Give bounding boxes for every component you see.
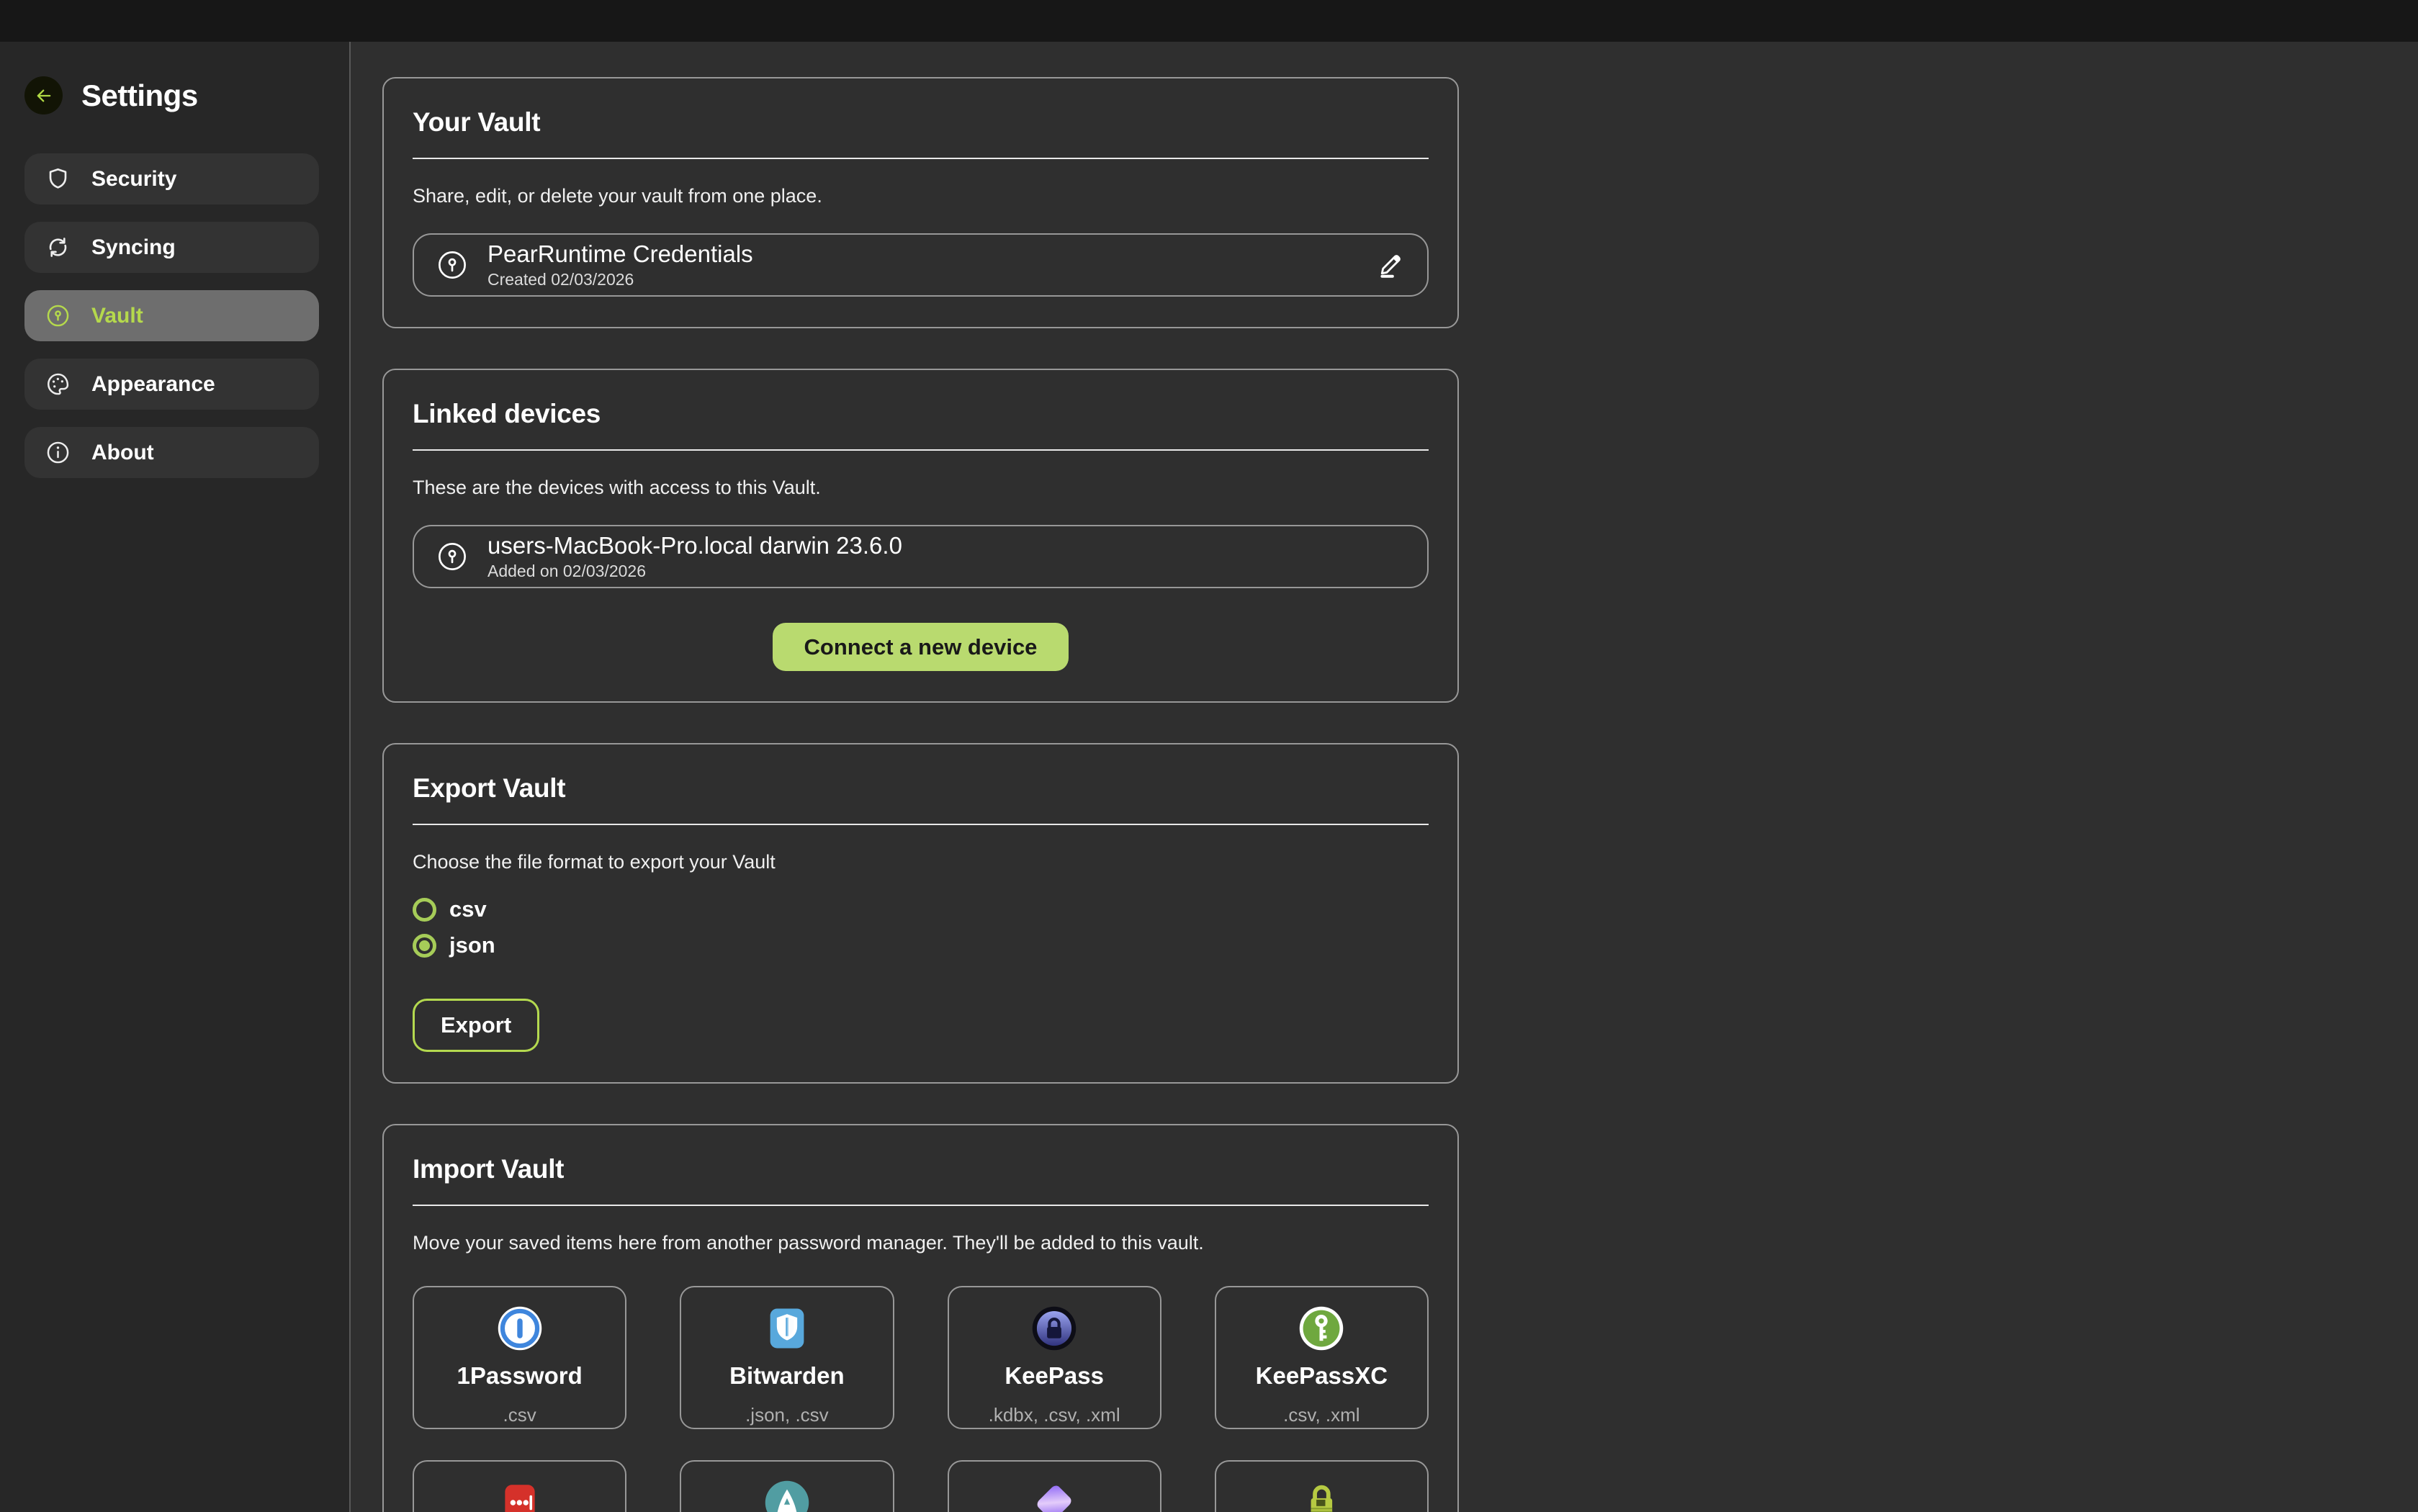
protonpass-icon — [1030, 1479, 1078, 1512]
import-source-name: KeePassXC — [1256, 1362, 1388, 1390]
back-button[interactable] — [24, 76, 63, 114]
sidebar-item-security[interactable]: Security — [24, 153, 319, 204]
card-title: Import Vault — [413, 1154, 1429, 1184]
unencrypted-lock-icon — [1298, 1479, 1345, 1512]
your-vault-card: Your Vault Share, edit, or delete your v… — [382, 77, 1459, 328]
sidebar-item-label: About — [91, 441, 154, 465]
sidebar-item-label: Vault — [91, 304, 143, 328]
1password-icon — [496, 1305, 544, 1352]
format-option-csv[interactable]: csv — [413, 895, 1429, 924]
import-source-name: KeePass — [1004, 1362, 1104, 1390]
import-tile-unencrypted[interactable]: Unencrypted file .json, .csv — [1215, 1460, 1429, 1512]
card-description: Share, edit, or delete your vault from o… — [413, 185, 1429, 207]
device-name: users-MacBook-Pro.local darwin 23.6.0 — [487, 532, 902, 559]
sidebar-item-label: Security — [91, 167, 176, 192]
divider — [413, 158, 1429, 159]
device-row: users-MacBook-Pro.local darwin 23.6.0 Ad… — [413, 525, 1429, 588]
card-description: These are the devices with access to thi… — [413, 477, 1429, 499]
import-sources-grid: 1Password .csv Bitwarden — [413, 1286, 1429, 1512]
card-title: Your Vault — [413, 107, 1429, 138]
vault-name: PearRuntime Credentials — [487, 240, 753, 268]
keepass-icon — [1030, 1305, 1078, 1352]
shield-icon — [45, 166, 71, 192]
sidebar-item-vault[interactable]: Vault — [24, 290, 319, 341]
import-vault-card: Import Vault Move your saved items here … — [382, 1124, 1459, 1512]
divider — [413, 824, 1429, 825]
card-title: Export Vault — [413, 773, 1429, 804]
linked-devices-card: Linked devices These are the devices wit… — [382, 369, 1459, 703]
import-source-formats: .json, .csv — [745, 1404, 829, 1426]
vault-created-date: Created 02/03/2026 — [487, 270, 753, 289]
import-source-formats: .kdbx, .csv, .xml — [989, 1404, 1120, 1426]
divider — [413, 449, 1429, 451]
sidebar-nav: Security Syncing — [0, 153, 349, 478]
import-tile-nordpass[interactable]: NordPass .csv — [680, 1460, 894, 1512]
sidebar-item-about[interactable]: About — [24, 427, 319, 478]
page-title: Settings — [81, 78, 198, 113]
sidebar-item-syncing[interactable]: Syncing — [24, 222, 319, 273]
import-tile-protonpass[interactable]: Proton Pass .csv, .json — [948, 1460, 1161, 1512]
bitwarden-icon — [763, 1305, 811, 1352]
sidebar-item-appearance[interactable]: Appearance — [24, 359, 319, 410]
pencil-edit-icon — [1375, 250, 1406, 280]
settings-main: Your Vault Share, edit, or delete your v… — [351, 42, 2418, 1512]
import-source-name: Bitwarden — [729, 1362, 845, 1390]
sidebar-item-label: Appearance — [91, 372, 215, 397]
connect-new-device-button[interactable]: Connect a new device — [773, 623, 1069, 671]
import-tile-keepassxc[interactable]: KeePassXC .csv, .xml — [1215, 1286, 1429, 1429]
info-icon — [45, 439, 71, 466]
import-source-formats: .csv, .xml — [1283, 1404, 1359, 1426]
format-option-json[interactable]: json — [413, 931, 1429, 960]
card-description: Move your saved items here from another … — [413, 1232, 1429, 1254]
card-description: Choose the file format to export your Va… — [413, 851, 1429, 873]
radio-csv[interactable] — [413, 898, 436, 922]
vault-row[interactable]: PearRuntime Credentials Created 02/03/20… — [413, 233, 1429, 297]
import-tile-1password[interactable]: 1Password .csv — [413, 1286, 626, 1429]
window-titlebar — [0, 0, 2418, 42]
sync-icon — [45, 234, 71, 261]
radio-label: csv — [449, 896, 487, 922]
settings-sidebar: Settings Security — [0, 42, 351, 1512]
lastpass-icon — [496, 1479, 544, 1512]
export-format-options: csv json — [413, 895, 1429, 960]
key-icon — [436, 248, 469, 282]
window-body: Settings Security — [0, 42, 2418, 1512]
import-tile-lastpass[interactable]: LastPass .csv — [413, 1460, 626, 1512]
import-tile-keepass[interactable]: KeePass .kdbx, .csv, .xml — [948, 1286, 1161, 1429]
key-icon — [436, 540, 469, 573]
nordpass-icon — [763, 1479, 811, 1512]
connect-button-row: Connect a new device — [413, 623, 1429, 671]
radio-json[interactable] — [413, 934, 436, 958]
import-source-formats: .csv — [503, 1404, 536, 1426]
arrow-left-icon — [34, 86, 54, 106]
sidebar-item-label: Syncing — [91, 235, 176, 260]
export-vault-card: Export Vault Choose the file format to e… — [382, 743, 1459, 1084]
radio-label: json — [449, 932, 495, 958]
settings-window: Settings Security — [0, 0, 2418, 1512]
device-added-date: Added on 02/03/2026 — [487, 562, 902, 581]
divider — [413, 1205, 1429, 1206]
import-tile-bitwarden[interactable]: Bitwarden .json, .csv — [680, 1286, 894, 1429]
edit-vault-button[interactable] — [1375, 250, 1406, 280]
keepassxc-icon — [1298, 1305, 1345, 1352]
key-icon — [45, 302, 71, 329]
import-source-name: 1Password — [457, 1362, 583, 1390]
export-button[interactable]: Export — [413, 999, 539, 1052]
palette-icon — [45, 371, 71, 397]
sidebar-header: Settings — [24, 76, 349, 114]
card-title: Linked devices — [413, 399, 1429, 429]
